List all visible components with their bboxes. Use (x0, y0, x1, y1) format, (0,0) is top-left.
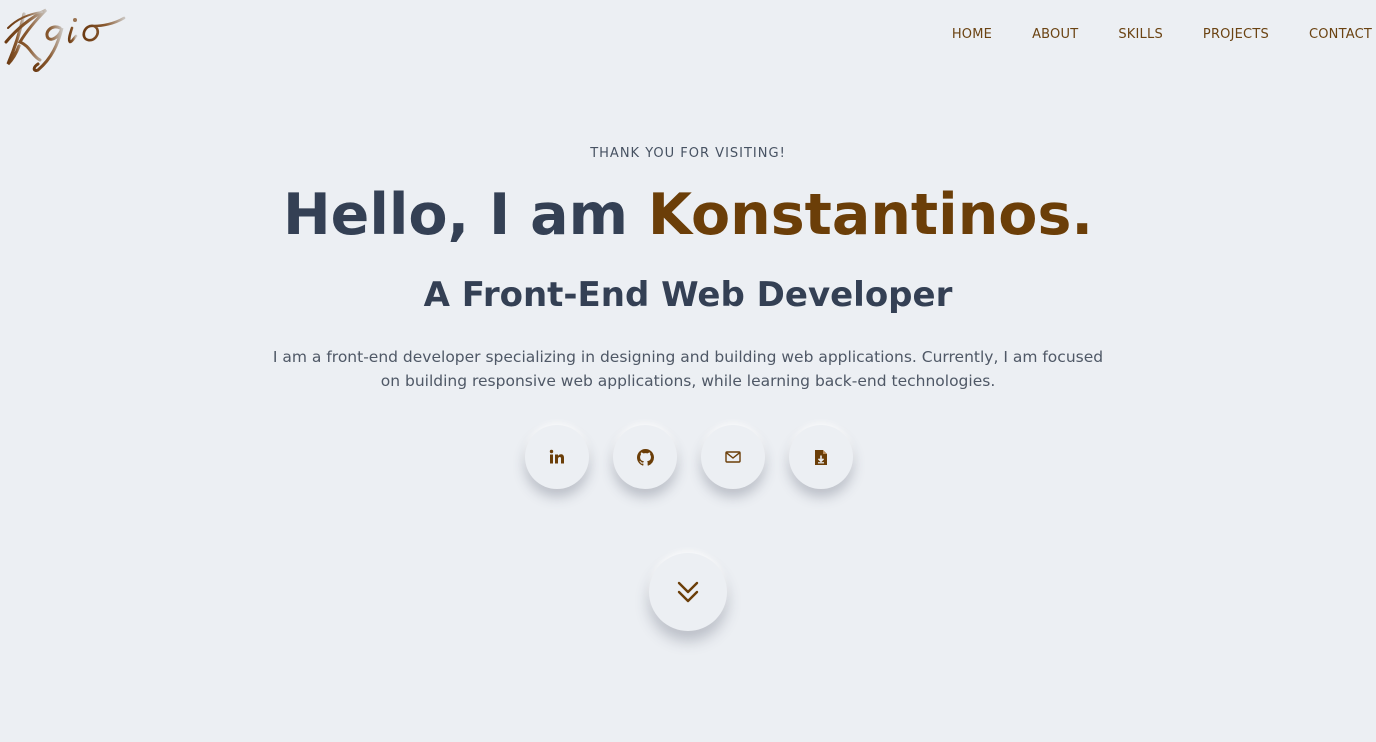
chevron-double-down-icon (677, 581, 699, 603)
download-resume-icon (815, 449, 827, 465)
site-logo[interactable] (2, 2, 126, 72)
hero-bio: I am a front-end developer specializing … (272, 348, 1104, 390)
social-links (0, 425, 1376, 489)
kgio-signature-logo (4, 8, 126, 72)
nav-contact[interactable]: CONTACT (1309, 26, 1372, 44)
hero-eyebrow: THANK YOU FOR VISITING! (590, 146, 786, 161)
github-icon (636, 448, 654, 466)
hero-headline: Hello, I am Konstantinos. (0, 178, 1376, 252)
github-button[interactable] (613, 425, 677, 489)
hero-name: Konstantinos. (647, 182, 1094, 248)
nav-home[interactable]: HOME (952, 26, 992, 44)
mail-button[interactable] (701, 425, 765, 489)
main-nav: HOME ABOUT SKILLS PROJECTS CONTACT (912, 26, 1372, 44)
resume-download-button[interactable] (789, 425, 853, 489)
nav-projects[interactable]: PROJECTS (1203, 26, 1269, 44)
linkedin-button[interactable] (525, 425, 589, 489)
hero-role: A Front-End Web Developer (423, 275, 953, 315)
nav-skills[interactable]: SKILLS (1118, 26, 1163, 44)
page: HOME ABOUT SKILLS PROJECTS CONTACT THANK… (0, 0, 1376, 742)
nav-about[interactable]: ABOUT (1032, 26, 1078, 44)
scroll-down-button[interactable] (649, 553, 727, 631)
hero-greeting: Hello, I am (282, 182, 648, 248)
linkedin-icon (549, 449, 564, 464)
mail-icon (725, 451, 741, 463)
